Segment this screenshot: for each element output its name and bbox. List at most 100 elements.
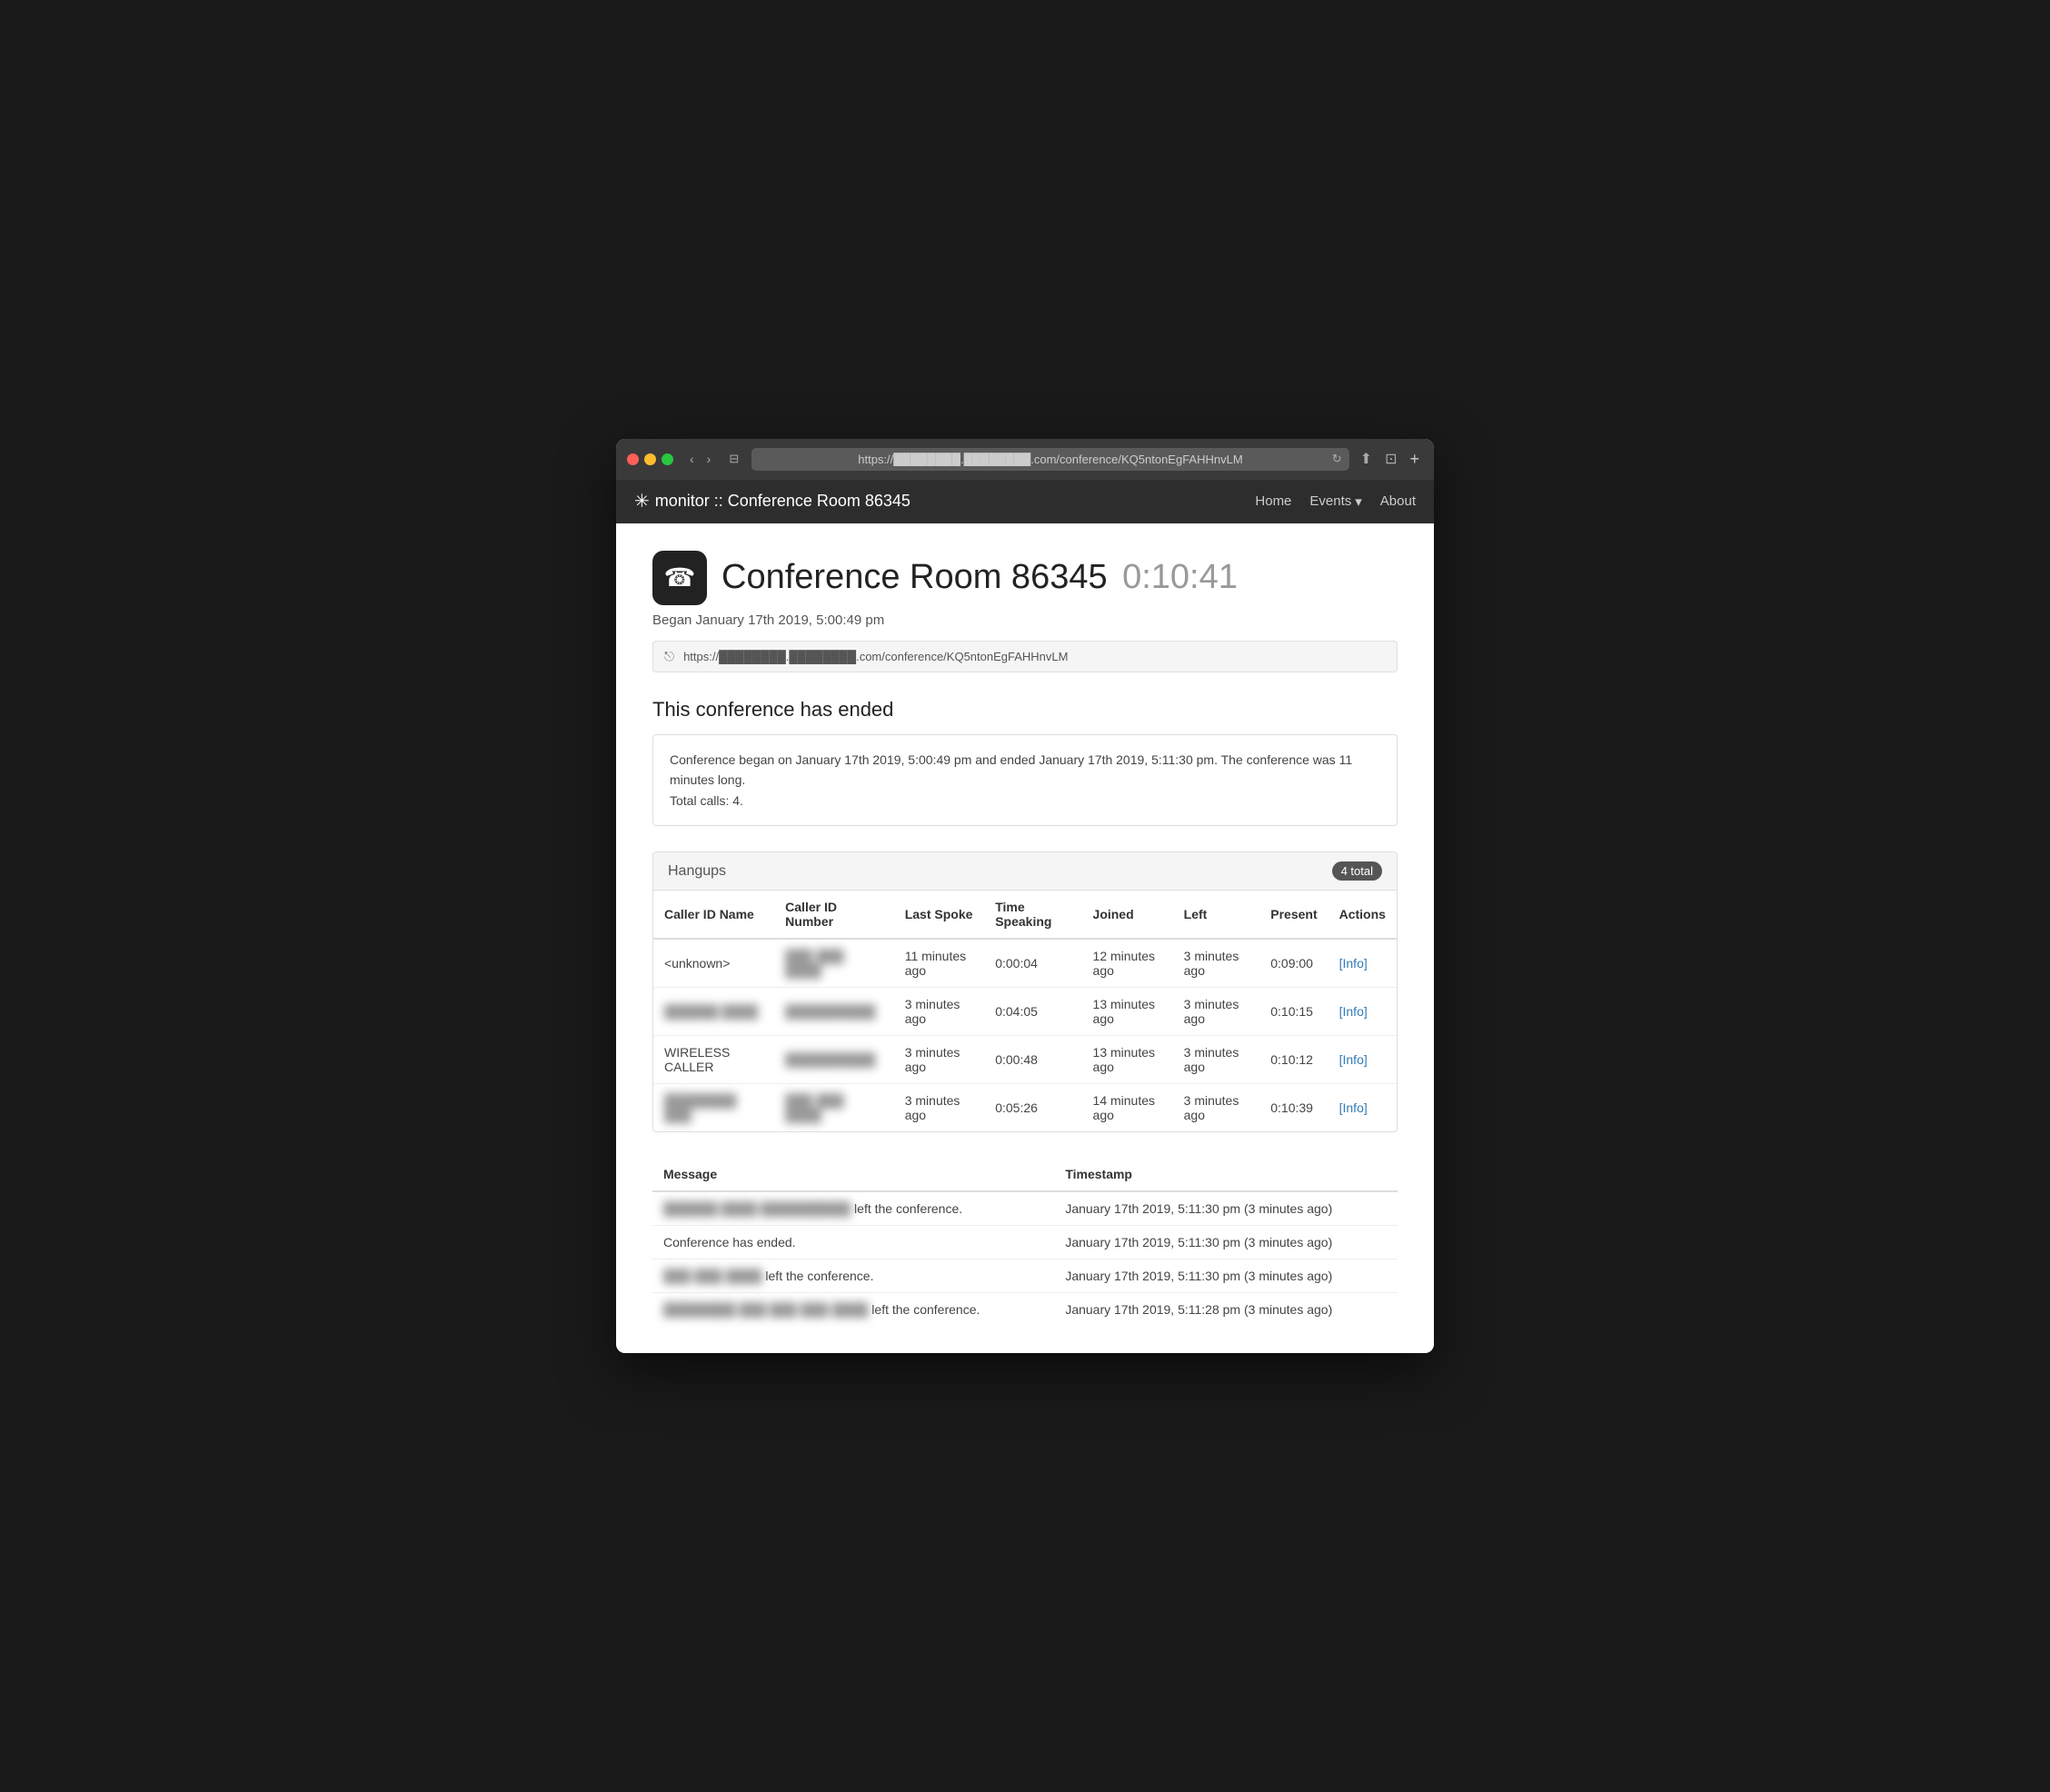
url-input[interactable] xyxy=(751,448,1348,471)
browser-top-bar: ‹ › ⊟ ↻ ⬆ ⊡ + xyxy=(627,448,1423,480)
col-left: Left xyxy=(1173,891,1260,939)
info-link[interactable]: [Info] xyxy=(1339,1004,1368,1019)
caller-id-number-cell: ██████████ xyxy=(774,1036,894,1084)
table-row: ██████ ██████████████3 minutes ago0:04:0… xyxy=(653,988,1397,1036)
page-header: ☎ Conference Room 86345 0:10:41 xyxy=(652,551,1398,605)
blurred-number: ███-███-████ xyxy=(785,1093,883,1122)
conference-url-display: ⎋ https://████████.████████.com/conferen… xyxy=(652,641,1398,672)
present-cell: 0:09:00 xyxy=(1259,939,1328,988)
nav-home[interactable]: Home xyxy=(1255,493,1291,509)
hangups-header-row: Caller ID Name Caller ID Number Last Spo… xyxy=(653,891,1397,939)
hangups-table-header: Caller ID Name Caller ID Number Last Spo… xyxy=(653,891,1397,939)
brand-text: monitor :: Conference Room 86345 xyxy=(655,492,911,511)
col-present: Present xyxy=(1259,891,1328,939)
app-brand: ✳ monitor :: Conference Room 86345 xyxy=(634,490,911,513)
blurred-msg: ████████ ███ ███-███-████ xyxy=(663,1302,868,1317)
info-line2: Total calls: 4. xyxy=(670,791,1380,811)
events-col-timestamp: Timestamp xyxy=(1054,1158,1398,1191)
app-navbar: ✳ monitor :: Conference Room 86345 Home … xyxy=(616,480,1434,523)
info-link[interactable]: [Info] xyxy=(1339,956,1368,971)
action-cell: [Info] xyxy=(1329,988,1397,1036)
joined-cell: 12 minutes ago xyxy=(1082,939,1173,988)
hangups-table: Caller ID Name Caller ID Number Last Spo… xyxy=(653,891,1397,1131)
last-spoke-cell: 3 minutes ago xyxy=(894,988,985,1036)
present-cell: 0:10:15 xyxy=(1259,988,1328,1036)
phone-icon: ☎ xyxy=(652,551,707,605)
events-table-header: Message Timestamp xyxy=(652,1158,1398,1191)
joined-cell: 14 minutes ago xyxy=(1082,1084,1173,1132)
dropdown-arrow-icon: ▾ xyxy=(1355,493,1362,510)
present-cell: 0:10:39 xyxy=(1259,1084,1328,1132)
events-table: Message Timestamp ██████ ████ ██████████… xyxy=(652,1158,1398,1326)
time-speaking-cell: 0:00:48 xyxy=(984,1036,1081,1084)
time-speaking-cell: 0:04:05 xyxy=(984,988,1081,1036)
caller-id-name-cell: WIRELESS CALLER xyxy=(653,1036,774,1084)
table-row: ████████ ██████-███-████3 minutes ago0:0… xyxy=(653,1084,1397,1132)
col-caller-id-number: Caller ID Number xyxy=(774,891,894,939)
conference-timer: 0:10:41 xyxy=(1122,558,1238,596)
action-cell: [Info] xyxy=(1329,1036,1397,1084)
share-button[interactable]: ⬆ xyxy=(1357,448,1376,470)
minimize-button[interactable] xyxy=(644,453,656,465)
hangups-table-body: <unknown>███-███-████11 minutes ago0:00:… xyxy=(653,939,1397,1131)
fullscreen-button[interactable]: ⊡ xyxy=(1381,448,1400,470)
table-row: ███-███-████ left the conference.January… xyxy=(652,1259,1398,1293)
hangups-header: Hangups 4 total xyxy=(653,852,1397,891)
caller-id-number-cell: ███-███-████ xyxy=(774,1084,894,1132)
conference-subtitle: Began January 17th 2019, 5:00:49 pm xyxy=(652,612,1398,628)
close-button[interactable] xyxy=(627,453,639,465)
info-box: Conference began on January 17th 2019, 5… xyxy=(652,734,1398,826)
info-link[interactable]: [Info] xyxy=(1339,1100,1368,1115)
time-speaking-cell: 0:05:26 xyxy=(984,1084,1081,1132)
joined-cell: 13 minutes ago xyxy=(1082,1036,1173,1084)
caller-id-number-cell: ██████████ xyxy=(774,988,894,1036)
col-caller-id-name: Caller ID Name xyxy=(653,891,774,939)
conference-url-text: https://████████.████████.com/conference… xyxy=(683,650,1068,663)
blurred-msg: ███-███-████ xyxy=(663,1269,762,1283)
time-speaking-cell: 0:00:04 xyxy=(984,939,1081,988)
table-row: <unknown>███-███-████11 minutes ago0:00:… xyxy=(653,939,1397,988)
last-spoke-cell: 11 minutes ago xyxy=(894,939,985,988)
blurred-number: ██████████ xyxy=(785,1052,875,1067)
traffic-lights xyxy=(627,453,673,465)
refresh-icon[interactable]: ↻ xyxy=(1332,452,1342,466)
hangups-title: Hangups xyxy=(668,863,726,880)
nav-buttons: ‹ › xyxy=(684,450,716,468)
maximize-button[interactable] xyxy=(662,453,673,465)
url-bar-wrapper: ↻ xyxy=(751,448,1348,471)
browser-chrome: ‹ › ⊟ ↻ ⬆ ⊡ + xyxy=(616,439,1434,480)
col-joined: Joined xyxy=(1082,891,1173,939)
table-row: ██████ ████ ██████████ left the conferen… xyxy=(652,1191,1398,1226)
hangups-badge: 4 total xyxy=(1332,861,1382,881)
table-row: WIRELESS CALLER██████████3 minutes ago0:… xyxy=(653,1036,1397,1084)
event-message-cell: ██████ ████ ██████████ left the conferen… xyxy=(652,1191,1054,1226)
left-cell: 3 minutes ago xyxy=(1173,939,1260,988)
left-cell: 3 minutes ago xyxy=(1173,988,1260,1036)
nav-about[interactable]: About xyxy=(1380,493,1416,509)
left-cell: 3 minutes ago xyxy=(1173,1036,1260,1084)
last-spoke-cell: 3 minutes ago xyxy=(894,1036,985,1084)
conference-title: Conference Room 86345 xyxy=(721,558,1108,596)
add-tab-button[interactable]: + xyxy=(1406,448,1423,471)
event-message-cell: ███-███-████ left the conference. xyxy=(652,1259,1054,1293)
event-timestamp-cell: January 17th 2019, 5:11:30 pm (3 minutes… xyxy=(1054,1191,1398,1226)
browser-actions: ⬆ ⊡ + xyxy=(1357,448,1423,471)
status-heading: This conference has ended xyxy=(652,698,1398,722)
blurred-name: ██████ ████ xyxy=(664,1004,758,1019)
tab-toggle-button[interactable]: ⊟ xyxy=(723,450,744,468)
info-line1: Conference began on January 17th 2019, 5… xyxy=(670,750,1380,791)
forward-button[interactable]: › xyxy=(702,450,717,468)
col-actions: Actions xyxy=(1329,891,1397,939)
back-button[interactable]: ‹ xyxy=(684,450,700,468)
events-header-row: Message Timestamp xyxy=(652,1158,1398,1191)
info-link[interactable]: [Info] xyxy=(1339,1052,1368,1067)
browser-window: ‹ › ⊟ ↻ ⬆ ⊡ + ✳ monitor :: Conference Ro… xyxy=(616,439,1434,1353)
table-row: ████████ ███ ███-███-████ left the confe… xyxy=(652,1293,1398,1327)
blurred-number: ██████████ xyxy=(785,1004,875,1019)
nav-events-dropdown[interactable]: Events ▾ xyxy=(1309,493,1361,510)
joined-cell: 13 minutes ago xyxy=(1082,988,1173,1036)
last-spoke-cell: 3 minutes ago xyxy=(894,1084,985,1132)
event-timestamp-cell: January 17th 2019, 5:11:30 pm (3 minutes… xyxy=(1054,1226,1398,1259)
present-cell: 0:10:12 xyxy=(1259,1036,1328,1084)
blurred-msg: ██████ ████ ██████████ xyxy=(663,1201,851,1216)
